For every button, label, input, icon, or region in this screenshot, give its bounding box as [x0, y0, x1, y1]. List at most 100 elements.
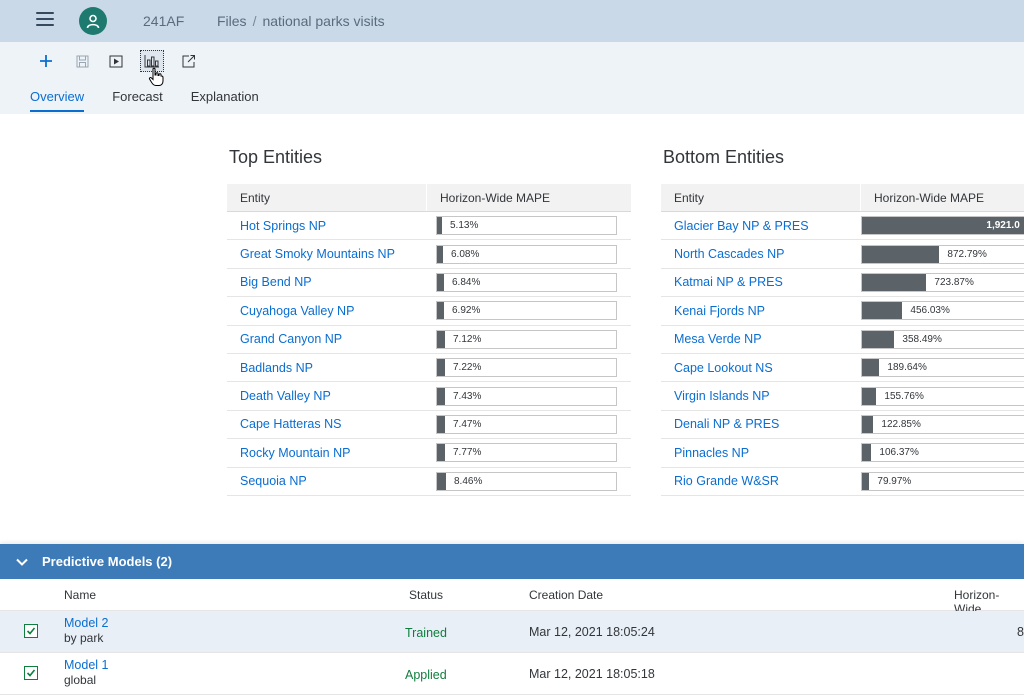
- entity-link[interactable]: Denali NP & PRES: [661, 417, 861, 431]
- mape-value: 1,921.0: [986, 220, 1020, 232]
- mape-bar: 7.77%: [436, 443, 617, 463]
- top-entities-rows: Hot Springs NP 5.13% Great Smoky Mountains…: [227, 212, 631, 496]
- mape-bar: 79.97%: [861, 471, 1024, 491]
- mape-bar: 358.49%: [861, 329, 1024, 349]
- breadcrumb-current: national parks visits: [262, 13, 385, 29]
- user-icon: [86, 14, 100, 29]
- column-header-name[interactable]: Name: [64, 588, 96, 602]
- entity-link[interactable]: Katmai NP & PRES: [661, 275, 861, 289]
- table-row: Katmai NP & PRES 723.87%: [661, 269, 1024, 298]
- entity-link[interactable]: Rocky Mountain NP: [227, 446, 436, 460]
- column-header-mape[interactable]: Horizon-Wide MAPE: [427, 184, 631, 211]
- mape-value: 7.43%: [453, 390, 482, 402]
- chevron-down-icon[interactable]: [14, 554, 30, 570]
- mape-bar: 8.46%: [436, 471, 617, 491]
- mape-bar: 7.47%: [436, 414, 617, 434]
- table-row[interactable]: Model 2 by park Trained Mar 12, 2021 18:05:…: [0, 611, 1024, 653]
- entity-link[interactable]: Glacier Bay NP & PRES: [661, 219, 861, 233]
- table-row: Cuyahoga Valley NP 6.92%: [227, 297, 631, 326]
- entity-link[interactable]: Virgin Islands NP: [661, 389, 861, 403]
- mape-bar-fill: [437, 330, 445, 348]
- column-header-entity[interactable]: Entity: [227, 184, 427, 211]
- entity-link[interactable]: Mesa Verde NP: [661, 332, 861, 346]
- mape-value: 122.85%: [881, 418, 921, 430]
- entity-link[interactable]: Death Valley NP: [227, 389, 436, 403]
- mape-value: 6.92%: [452, 305, 481, 317]
- column-header-entity[interactable]: Entity: [661, 184, 861, 211]
- new-button[interactable]: [34, 50, 58, 72]
- mape-bar: 5.13%: [436, 216, 617, 236]
- entity-link[interactable]: Great Smoky Mountains NP: [227, 247, 436, 261]
- save-button[interactable]: [70, 50, 94, 72]
- mape-bar: 6.08%: [436, 244, 617, 264]
- entity-link[interactable]: Kenai Fjords NP: [661, 304, 861, 318]
- column-header-creation-date[interactable]: Creation Date: [529, 588, 603, 602]
- entity-link[interactable]: Badlands NP: [227, 361, 436, 375]
- table-header: Entity Horizon-Wide MAPE: [227, 184, 631, 212]
- entity-link[interactable]: Cape Hatteras NS: [227, 417, 436, 431]
- mape-bar-fill: [862, 330, 895, 348]
- model-status: Applied: [405, 668, 447, 682]
- predictive-models-panel: Predictive Models (2) Name Status Creati…: [0, 544, 1024, 695]
- mape-bar: 6.84%: [436, 272, 617, 292]
- entity-link[interactable]: Sequoia NP: [227, 474, 436, 488]
- table-row: Glacier Bay NP & PRES 1,921.0: [661, 212, 1024, 241]
- mape-bar: 1,921.0: [861, 216, 1024, 236]
- table-row: Great Smoky Mountains NP 6.08%: [227, 240, 631, 269]
- models-title: Predictive Models (2): [42, 554, 173, 569]
- tab-overview[interactable]: Overview: [30, 89, 85, 112]
- mape-bar: 122.85%: [861, 414, 1024, 434]
- mape-bar: 456.03%: [861, 301, 1024, 321]
- model-name-link[interactable]: Model 2: [64, 616, 108, 630]
- models-rows: Model 2 by park Trained Mar 12, 2021 18:05:…: [0, 611, 1024, 695]
- checkmark-icon: [26, 669, 36, 677]
- mape-value: 8.46%: [454, 475, 483, 487]
- breadcrumb-files[interactable]: Files: [217, 13, 247, 29]
- row-checkbox[interactable]: [24, 666, 38, 680]
- tab-forecast[interactable]: Forecast: [112, 89, 163, 112]
- bottom-entities-table: Entity Horizon-Wide MAPE Glacier Bay NP …: [661, 184, 1024, 496]
- entity-link[interactable]: Cuyahoga Valley NP: [227, 304, 436, 318]
- mape-value: 872.79%: [947, 248, 987, 260]
- save-icon: [76, 55, 88, 67]
- avatar[interactable]: [79, 7, 107, 35]
- shell-bar: 241AF Files / national parks visits: [0, 0, 1024, 42]
- mape-value: 189.64%: [887, 362, 927, 374]
- entity-link[interactable]: Pinnacles NP: [661, 446, 861, 460]
- model-description: by park: [64, 631, 104, 645]
- models-table-header: Name Status Creation Date Horizon-Wide: [0, 579, 1024, 616]
- bottom-entities-rows: Glacier Bay NP & PRES 1,921.0 North Cascad…: [661, 212, 1024, 496]
- table-row[interactable]: Model 1 global Applied Mar 12, 2021 18:05:1…: [0, 653, 1024, 695]
- model-name-link[interactable]: Model 1: [64, 658, 108, 672]
- entity-link[interactable]: Cape Lookout NS: [661, 361, 861, 375]
- hamburger-menu-icon[interactable]: [36, 12, 54, 28]
- table-row: Mesa Verde NP 358.49%: [661, 326, 1024, 354]
- mape-value: 7.77%: [453, 447, 482, 459]
- tab-explanation[interactable]: Explanation: [191, 89, 259, 112]
- toolbar: Overview Forecast Explanation: [0, 42, 1024, 114]
- table-row: Cape Hatteras NS 7.47%: [227, 411, 631, 440]
- column-header-mape[interactable]: Horizon-Wide MAPE: [861, 184, 1024, 211]
- column-header-status[interactable]: Status: [409, 588, 443, 602]
- chart-report-icon: [144, 55, 159, 68]
- share-button[interactable]: [176, 50, 200, 72]
- entity-link[interactable]: North Cascades NP: [661, 247, 861, 261]
- table-row: Rocky Mountain NP 7.77%: [227, 439, 631, 468]
- row-checkbox[interactable]: [24, 624, 38, 638]
- breadcrumb-separator: /: [252, 13, 257, 29]
- mape-bar: 6.92%: [436, 301, 617, 321]
- mape-value: 456.03%: [910, 305, 950, 317]
- entity-link[interactable]: Rio Grande W&SR: [661, 474, 861, 488]
- model-horizon-wide-value: 8: [1017, 625, 1024, 639]
- mape-value: 358.49%: [902, 333, 942, 345]
- run-button[interactable]: [104, 50, 128, 72]
- models-header[interactable]: Predictive Models (2): [0, 544, 1024, 579]
- plus-icon: [40, 55, 52, 67]
- table-row: North Cascades NP 872.79%: [661, 240, 1024, 269]
- entity-link[interactable]: Grand Canyon NP: [227, 332, 436, 346]
- mape-value: 7.12%: [453, 333, 482, 345]
- mape-value: 5.13%: [450, 220, 479, 232]
- mape-bar-fill: [437, 444, 445, 462]
- entity-link[interactable]: Hot Springs NP: [227, 219, 436, 233]
- entity-link[interactable]: Big Bend NP: [227, 275, 436, 289]
